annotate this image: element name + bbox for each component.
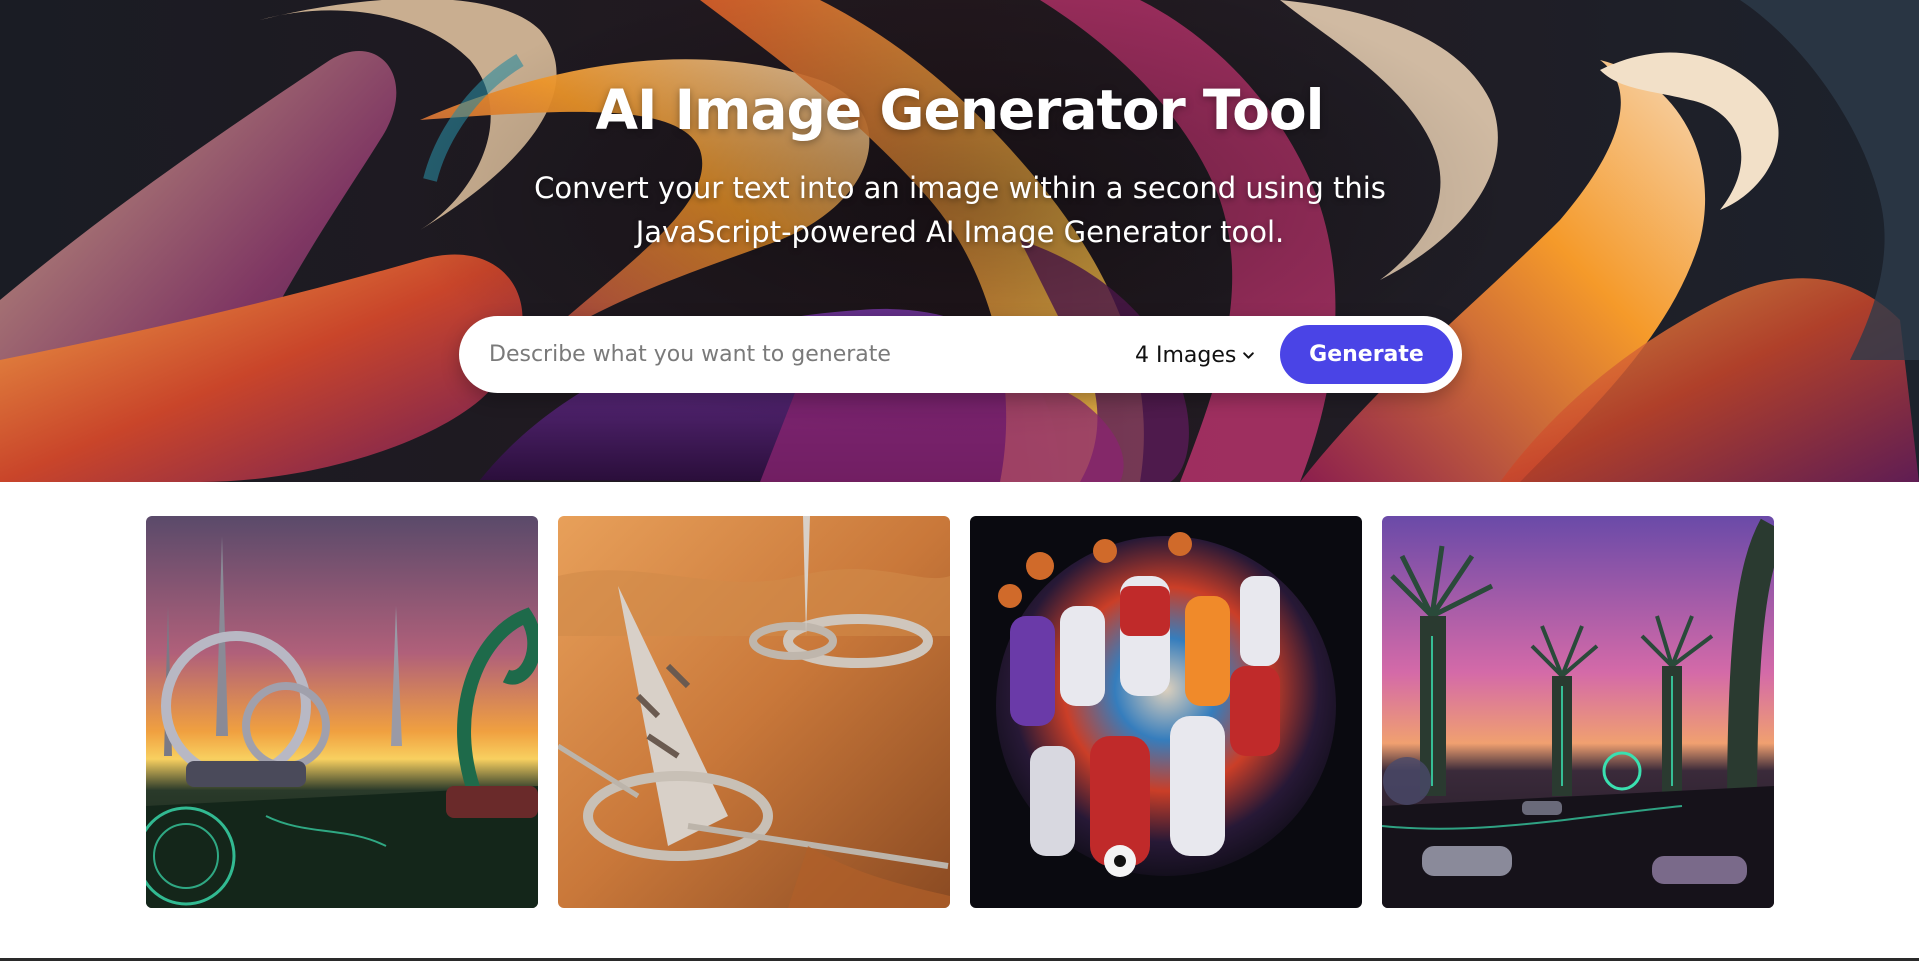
image-gallery <box>146 516 1776 908</box>
subtitle-line-2: JavaScript-powered AI Image Generator to… <box>635 215 1285 249</box>
gallery-card[interactable] <box>970 516 1362 908</box>
gallery-card[interactable] <box>146 516 538 908</box>
generate-button[interactable]: Generate <box>1280 325 1453 384</box>
subtitle-line-1: Convert your text into an image within a… <box>534 171 1386 205</box>
hero-banner: AI Image Generator Tool Convert your tex… <box>0 0 1919 482</box>
image-count-value: 4 Images <box>1135 342 1237 368</box>
desert-alien-structure-image <box>558 516 950 908</box>
chevron-down-icon <box>1243 351 1255 359</box>
neon-tree-city-dusk-image <box>1382 516 1774 908</box>
page-title: AI Image Generator Tool <box>595 78 1324 142</box>
prompt-input[interactable] <box>489 332 1109 377</box>
image-count-select[interactable]: 4 Images <box>1135 338 1255 372</box>
gallery-card[interactable] <box>558 516 950 908</box>
page-subtitle: Convert your text into an image within a… <box>510 166 1410 254</box>
gallery-card[interactable] <box>1382 516 1774 908</box>
sports-athletes-collage-image <box>970 516 1362 908</box>
generate-form: 4 Images Generate <box>459 316 1462 393</box>
futuristic-spires-sunset-image <box>146 516 538 908</box>
